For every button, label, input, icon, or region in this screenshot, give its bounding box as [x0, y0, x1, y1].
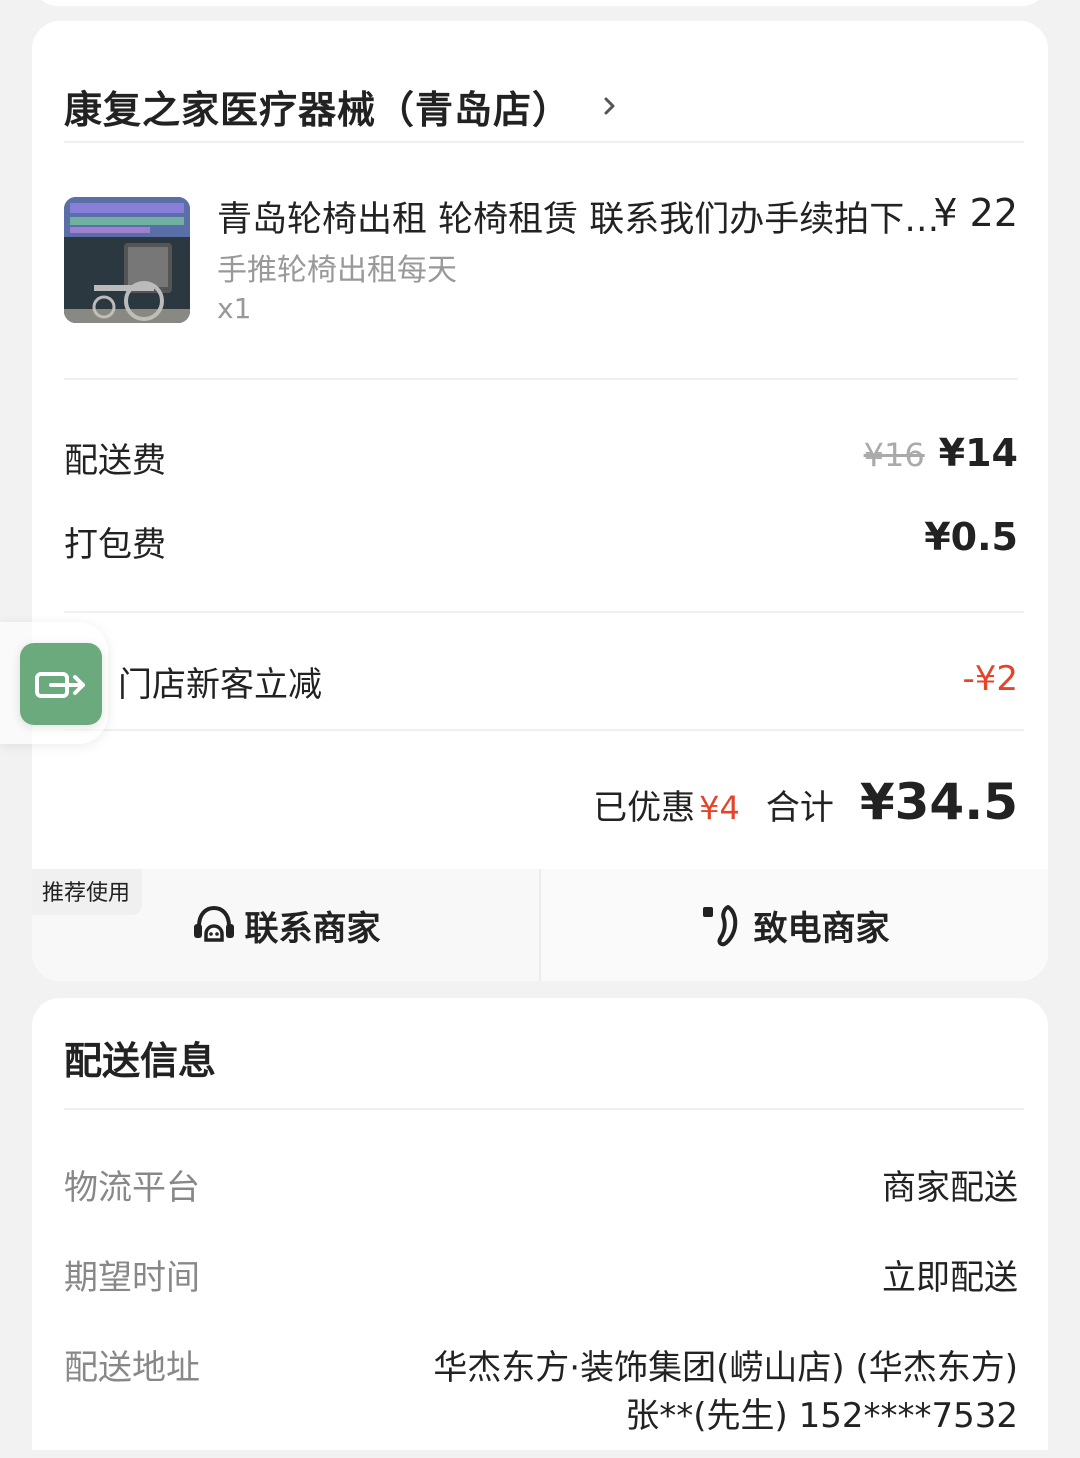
- shop-link[interactable]: 康复之家医疗器械（青岛店）: [64, 61, 619, 151]
- previous-card-edge: [32, 0, 1048, 6]
- wheelchair-photo: [64, 197, 190, 323]
- expected-time-label: 期望时间: [64, 1258, 200, 1298]
- floating-exit-button[interactable]: [20, 643, 102, 725]
- order-total: 已优惠 ¥4 合计 ¥34.5: [593, 773, 1018, 831]
- saved-value: ¥4: [699, 789, 740, 827]
- product-title[interactable]: 青岛轮椅出租 轮椅租赁 联系我们办手续拍下…: [217, 191, 942, 242]
- platform-label: 物流平台: [64, 1168, 200, 1208]
- product-spec: 手推轮椅出租每天: [217, 253, 457, 288]
- product-quantity: x1: [217, 292, 252, 325]
- address-line-2: 张**(先生) 152****7532: [625, 1396, 1018, 1436]
- divider: [64, 1108, 1024, 1110]
- contact-merchant-button[interactable]: 推荐使用 联系商家: [32, 869, 539, 981]
- chevron-right-icon: [604, 97, 615, 115]
- delivery-fee-price: ¥14: [938, 431, 1018, 475]
- phone-icon: [702, 905, 737, 947]
- delivery-info-card: 配送信息 物流平台 商家配送 期望时间 立即配送 配送地址 华杰东方·装饰集团(…: [32, 998, 1048, 1450]
- merchant-actions: 推荐使用 联系商家 致电商家: [32, 869, 1048, 981]
- expected-time-value: 立即配送: [882, 1258, 1018, 1298]
- address-label: 配送地址: [64, 1348, 200, 1388]
- divider: [64, 378, 1018, 380]
- divider: [64, 141, 1024, 143]
- product-image[interactable]: [64, 197, 190, 323]
- packing-fee-value: ¥0.5: [924, 515, 1018, 559]
- delivery-fee-value: ¥16 ¥14: [864, 431, 1018, 475]
- platform-value: 商家配送: [882, 1168, 1018, 1208]
- exit-arrow-icon: [35, 672, 85, 698]
- divider: [64, 729, 1024, 731]
- packing-fee-label: 打包费: [64, 525, 166, 565]
- call-merchant-button[interactable]: 致电商家: [539, 869, 1048, 981]
- contact-merchant-label: 联系商家: [244, 908, 381, 949]
- promo-value: -¥2: [962, 659, 1018, 699]
- address-line-1: 华杰东方·装饰集团(崂山店) (华杰东方): [433, 1348, 1018, 1388]
- order-card: 康复之家医疗器械（青岛店） 青岛轮椅出租 轮椅租赁 联系我们办手续拍下… ¥ 2…: [32, 21, 1048, 981]
- total-value: ¥34.5: [859, 773, 1018, 831]
- call-merchant-label: 致电商家: [753, 908, 890, 949]
- divider: [64, 611, 1024, 613]
- promo-label: 门店新客立减: [118, 665, 322, 705]
- delivery-fee-label: 配送费: [64, 441, 166, 481]
- shop-name: 康复之家医疗器械（青岛店）: [64, 87, 572, 132]
- recommend-tag: 推荐使用: [32, 869, 143, 915]
- chat-support-icon: [193, 905, 234, 942]
- delivery-info-title: 配送信息: [64, 1039, 217, 1083]
- saved-label: 已优惠: [593, 788, 696, 828]
- delivery-fee-original: ¥16: [863, 436, 925, 474]
- total-label: 合计: [765, 788, 834, 828]
- product-price: ¥ 22: [933, 191, 1018, 235]
